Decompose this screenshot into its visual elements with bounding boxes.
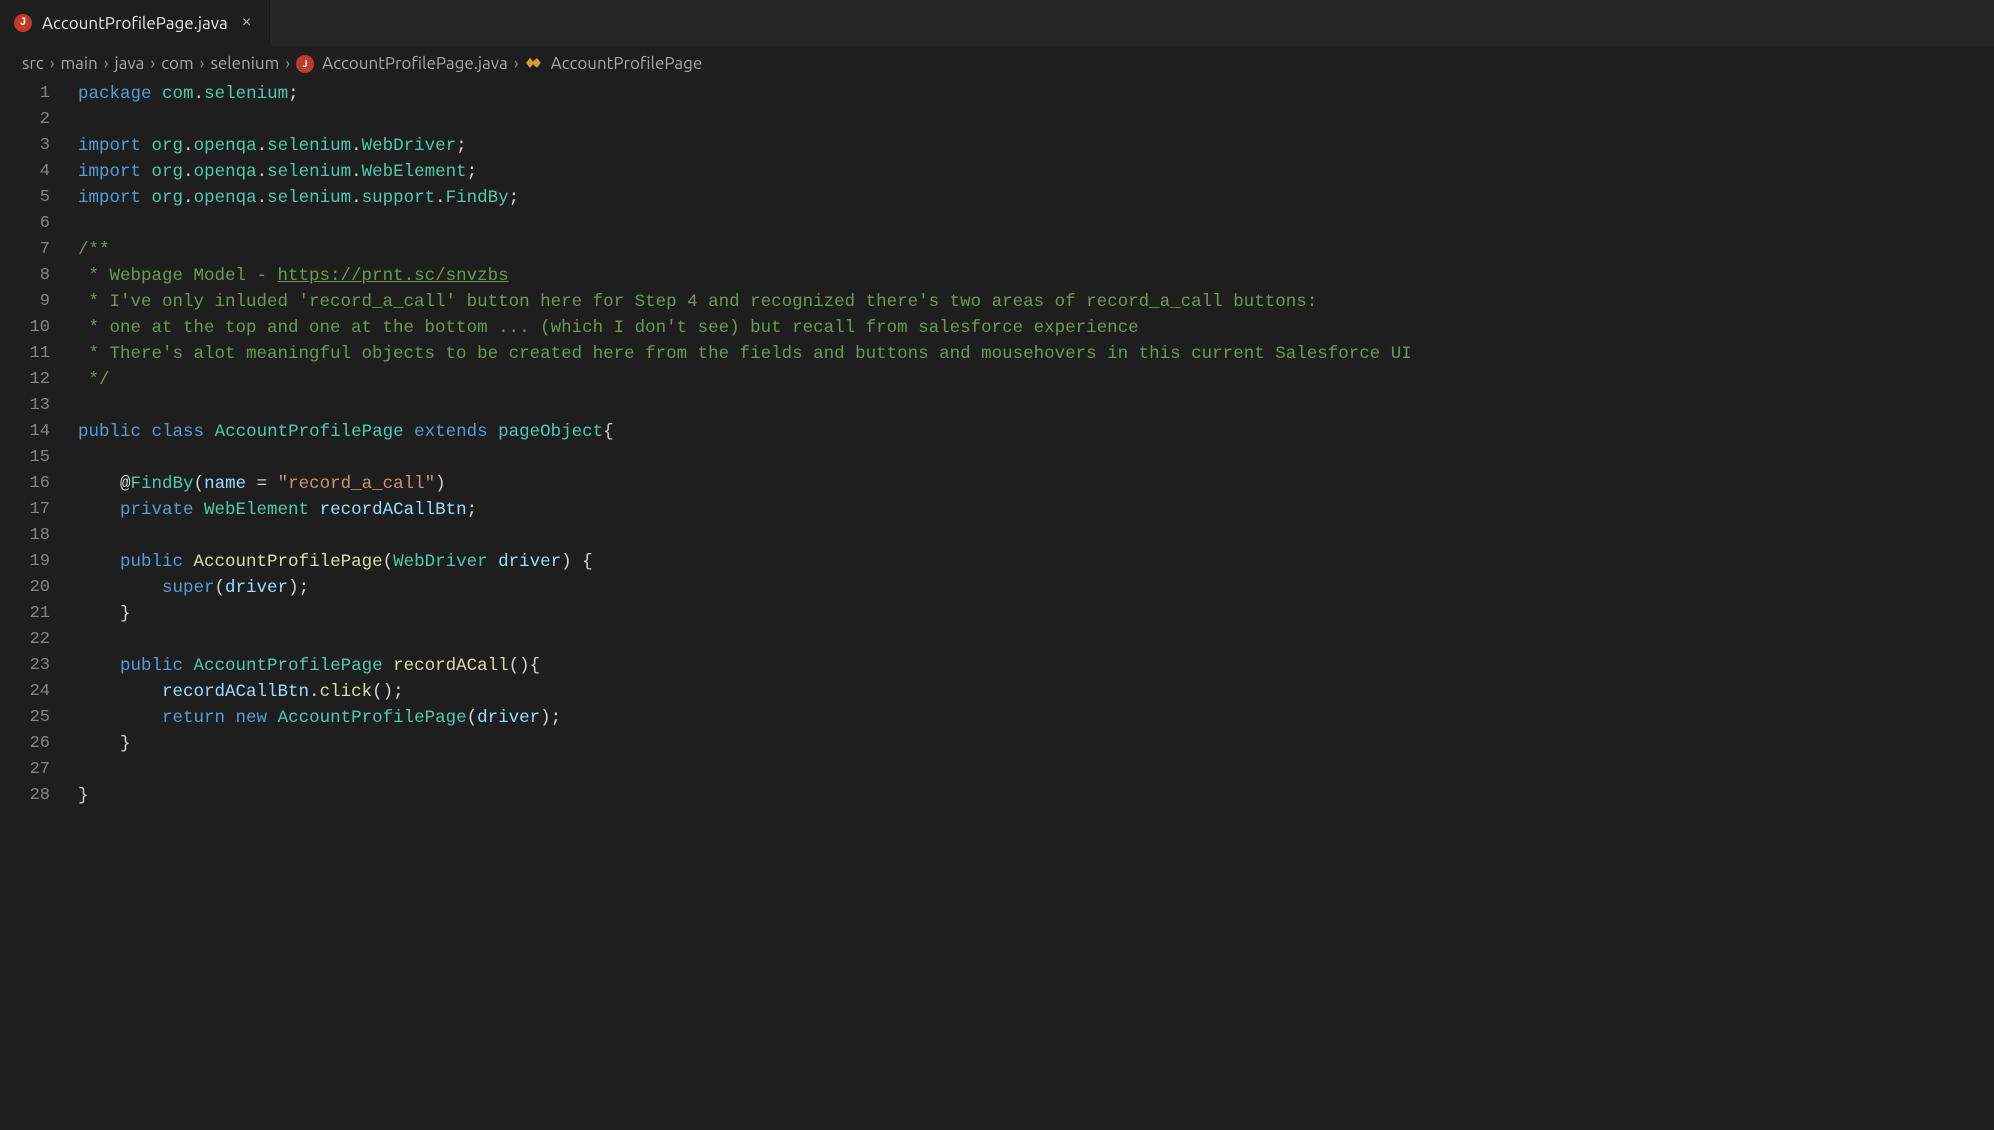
line-number: 9 (0, 289, 50, 315)
line-number: 26 (0, 731, 50, 757)
code-line[interactable]: recordACallBtn.click(); (78, 679, 1994, 705)
code-line[interactable] (78, 757, 1994, 783)
code-content[interactable]: package com.selenium; import org.openqa.… (78, 81, 1994, 809)
code-line[interactable]: super(driver); (78, 575, 1994, 601)
code-line[interactable]: public AccountProfilePage(WebDriver driv… (78, 549, 1994, 575)
line-number: 14 (0, 419, 50, 445)
line-number: 16 (0, 471, 50, 497)
line-number: 12 (0, 367, 50, 393)
breadcrumb-item-file[interactable]: AccountProfilePage.java (322, 54, 508, 73)
code-line[interactable] (78, 445, 1994, 471)
code-line[interactable]: import org.openqa.selenium.support.FindB… (78, 185, 1994, 211)
breadcrumb: src › main › java › com › selenium › J A… (0, 46, 1994, 81)
breadcrumb-item-selenium[interactable]: selenium (210, 54, 279, 73)
code-line[interactable] (78, 523, 1994, 549)
code-line[interactable]: import org.openqa.selenium.WebElement; (78, 159, 1994, 185)
code-line[interactable]: */ (78, 367, 1994, 393)
code-line[interactable]: * There's alot meaningful objects to be … (78, 341, 1994, 367)
line-number: 24 (0, 679, 50, 705)
code-line[interactable]: } (78, 783, 1994, 809)
tab-bar-empty (270, 0, 1994, 46)
code-line[interactable]: return new AccountProfilePage(driver); (78, 705, 1994, 731)
class-symbol-icon (525, 55, 543, 73)
chevron-right-icon: › (514, 54, 519, 73)
line-number: 21 (0, 601, 50, 627)
code-line[interactable]: public AccountProfilePage recordACall(){ (78, 653, 1994, 679)
tab-bar: J AccountProfilePage.java × (0, 0, 1994, 46)
tab-label: AccountProfilePage.java (42, 14, 228, 33)
code-line[interactable]: } (78, 601, 1994, 627)
code-line[interactable]: import org.openqa.selenium.WebDriver; (78, 133, 1994, 159)
line-number: 2 (0, 107, 50, 133)
java-file-icon: J (14, 14, 32, 32)
breadcrumb-item-main[interactable]: main (61, 54, 98, 73)
line-number: 6 (0, 211, 50, 237)
code-line[interactable] (78, 107, 1994, 133)
line-number: 18 (0, 523, 50, 549)
chevron-right-icon: › (50, 54, 55, 73)
code-line[interactable] (78, 393, 1994, 419)
code-line[interactable]: @FindBy(name = "record_a_call") (78, 471, 1994, 497)
chevron-right-icon: › (285, 54, 290, 73)
line-number: 25 (0, 705, 50, 731)
breadcrumb-item-symbol[interactable]: AccountProfilePage (551, 54, 703, 73)
line-number: 28 (0, 783, 50, 809)
java-file-icon: J (296, 55, 314, 73)
line-number: 13 (0, 393, 50, 419)
line-number: 22 (0, 627, 50, 653)
line-number: 17 (0, 497, 50, 523)
line-number: 3 (0, 133, 50, 159)
chevron-right-icon: › (200, 54, 205, 73)
close-icon[interactable]: × (238, 12, 256, 34)
code-line[interactable]: public class AccountProfilePage extends … (78, 419, 1994, 445)
line-number: 7 (0, 237, 50, 263)
line-number: 23 (0, 653, 50, 679)
line-number: 5 (0, 185, 50, 211)
breadcrumb-item-com[interactable]: com (161, 54, 193, 73)
code-line[interactable]: } (78, 731, 1994, 757)
line-number: 4 (0, 159, 50, 185)
code-line[interactable]: * Webpage Model - https://prnt.sc/snvzbs (78, 263, 1994, 289)
code-line[interactable]: /** (78, 237, 1994, 263)
code-editor[interactable]: 1234567891011121314151617181920212223242… (0, 81, 1994, 809)
line-number: 19 (0, 549, 50, 575)
line-number: 11 (0, 341, 50, 367)
chevron-right-icon: › (150, 54, 155, 73)
code-line[interactable]: * one at the top and one at the bottom .… (78, 315, 1994, 341)
line-number: 1 (0, 81, 50, 107)
line-number: 27 (0, 757, 50, 783)
code-line[interactable]: package com.selenium; (78, 81, 1994, 107)
line-number: 20 (0, 575, 50, 601)
code-line[interactable] (78, 627, 1994, 653)
code-line[interactable]: private WebElement recordACallBtn; (78, 497, 1994, 523)
chevron-right-icon: › (104, 54, 109, 73)
code-line[interactable]: * I've only inluded 'record_a_call' butt… (78, 289, 1994, 315)
line-number-gutter: 1234567891011121314151617181920212223242… (0, 81, 78, 809)
editor-tab-active[interactable]: J AccountProfilePage.java × (0, 0, 270, 46)
line-number: 15 (0, 445, 50, 471)
line-number: 8 (0, 263, 50, 289)
line-number: 10 (0, 315, 50, 341)
breadcrumb-item-java[interactable]: java (115, 54, 145, 73)
code-line[interactable] (78, 211, 1994, 237)
breadcrumb-item-src[interactable]: src (22, 54, 44, 73)
